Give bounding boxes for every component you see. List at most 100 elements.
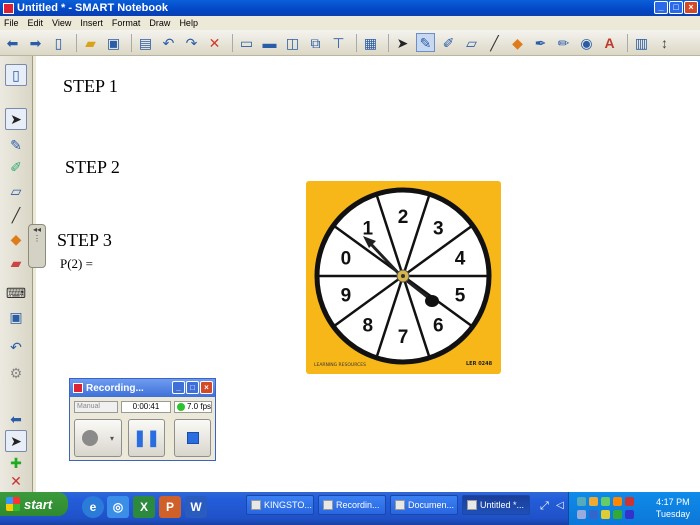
line-tool-icon[interactable]: ╱ bbox=[5, 204, 27, 226]
task-icon bbox=[467, 500, 477, 510]
clock[interactable]: 4:17 PM Tuesday bbox=[656, 496, 690, 520]
keyboard-icon[interactable]: ⌨ bbox=[5, 282, 27, 304]
open-folder-icon[interactable]: ▰ bbox=[81, 33, 100, 52]
record-icon bbox=[81, 430, 98, 446]
eraser-icon[interactable]: ▱ bbox=[462, 33, 481, 52]
recorder-status-bar: Manual 0:00:41 7.0 fps bbox=[74, 400, 213, 414]
status-dot-icon bbox=[177, 403, 185, 411]
shapes-icon[interactable]: ◆ bbox=[508, 33, 527, 52]
capture-icon[interactable]: ⧉ bbox=[306, 33, 325, 52]
powerpoint-icon[interactable]: P bbox=[159, 496, 181, 518]
menu-format[interactable]: Format bbox=[112, 18, 141, 28]
line-icon[interactable]: ╱ bbox=[485, 33, 504, 52]
taskbar-item-recording[interactable]: Recordin... bbox=[318, 495, 386, 515]
add-page-icon[interactable]: ▯ bbox=[49, 33, 68, 52]
magic-pen-icon[interactable]: ✒ bbox=[531, 33, 550, 52]
word-icon[interactable]: W bbox=[185, 496, 207, 518]
forward-arrow-icon[interactable]: ➡ bbox=[26, 33, 45, 52]
recorder-maximize-button[interactable]: □ bbox=[186, 381, 199, 394]
toolbar-separator bbox=[627, 33, 628, 52]
record-button[interactable]: ▾ bbox=[74, 419, 122, 457]
select-tool-icon[interactable]: ➤ bbox=[5, 108, 27, 130]
sidebar-collapse-handle[interactable]: ◂◂ ⋮ bbox=[28, 224, 46, 268]
tray-icon[interactable] bbox=[613, 510, 622, 519]
creative-pen-icon[interactable]: ✐ bbox=[439, 33, 458, 52]
tray-icon[interactable] bbox=[625, 510, 634, 519]
undo-icon[interactable]: ↶ bbox=[159, 33, 178, 52]
table-icon[interactable]: ▦ bbox=[361, 33, 380, 52]
menu-view[interactable]: View bbox=[52, 18, 71, 28]
move-left-icon[interactable]: ⬅ bbox=[5, 408, 27, 430]
pause-button[interactable]: ❚❚ bbox=[128, 419, 165, 457]
spinner-logo-text: LEARNING RESOURCES bbox=[314, 362, 366, 368]
text-icon[interactable]: A bbox=[600, 33, 619, 52]
redo-icon[interactable]: ↷ bbox=[182, 33, 201, 52]
explorer-icon[interactable]: ◎ bbox=[107, 496, 129, 518]
fps-indicator: 7.0 fps bbox=[174, 401, 212, 413]
highlighter-icon[interactable]: ✐ bbox=[5, 156, 27, 178]
save-icon[interactable]: ▣ bbox=[104, 33, 123, 52]
screen-shade-icon[interactable]: ▭ bbox=[237, 33, 256, 52]
tray-icon[interactable] bbox=[577, 497, 586, 506]
task-label: Recordin... bbox=[336, 500, 380, 510]
menu-file[interactable]: File bbox=[4, 18, 19, 28]
select-icon[interactable]: ➤ bbox=[393, 33, 412, 52]
spinner-image[interactable]: 34 56 7 89 01 2 LEARNING RESOURCES LER 0248 bbox=[306, 181, 501, 374]
spinner-number: 2 bbox=[398, 207, 409, 228]
page-sorter-icon[interactable]: ▯ bbox=[5, 64, 27, 86]
stop-button[interactable] bbox=[174, 419, 211, 457]
taskbar-item-untitled[interactable]: Untitled *... bbox=[462, 495, 530, 515]
network-icon[interactable]: ⤢ bbox=[540, 500, 549, 513]
recorder-app-icon bbox=[73, 383, 83, 393]
paste-icon[interactable]: ▤ bbox=[136, 33, 155, 52]
recorder-close-button[interactable]: × bbox=[200, 381, 213, 394]
menu-insert[interactable]: Insert bbox=[80, 18, 103, 28]
tray-icon[interactable] bbox=[601, 510, 610, 519]
start-button[interactable]: start bbox=[0, 492, 68, 516]
settings-icon[interactable]: ⚙ bbox=[5, 362, 27, 384]
delete-icon[interactable]: ✕ bbox=[205, 33, 224, 52]
shape-recognition-icon[interactable]: ✏ bbox=[554, 33, 573, 52]
spinner-number: 8 bbox=[362, 316, 373, 337]
tray-icon[interactable] bbox=[613, 497, 622, 506]
task-icon bbox=[395, 500, 405, 510]
help-icon[interactable]: ▣ bbox=[5, 306, 27, 328]
pen-tool-icon[interactable]: ✎ bbox=[5, 134, 27, 156]
taskbar-item-document[interactable]: Documen... bbox=[390, 495, 458, 515]
document-camera-icon[interactable]: ⊤ bbox=[329, 33, 348, 52]
menu-help[interactable]: Help bbox=[179, 18, 198, 28]
pen-icon[interactable]: ✎ bbox=[416, 33, 435, 52]
eraser-tool-icon[interactable]: ▰ bbox=[5, 252, 27, 274]
tray-icon[interactable] bbox=[589, 510, 598, 519]
undo-side-icon[interactable]: ↶ bbox=[5, 336, 27, 358]
spinner-number: 4 bbox=[455, 248, 466, 269]
tray-icon[interactable] bbox=[601, 497, 610, 506]
ie-icon[interactable]: e bbox=[82, 496, 104, 518]
eraser-tool-icon[interactable]: ▱ bbox=[5, 180, 27, 202]
tray-icon[interactable] bbox=[625, 497, 634, 506]
minimize-button[interactable]: _ bbox=[654, 1, 668, 14]
taskbar-item-kingston[interactable]: KINGSTO... bbox=[246, 495, 314, 515]
menu-edit[interactable]: Edit bbox=[28, 18, 44, 28]
properties-icon[interactable]: ▥ bbox=[632, 33, 651, 52]
dual-page-icon[interactable]: ◫ bbox=[283, 33, 302, 52]
move-toolbar-icon[interactable]: ↕ bbox=[655, 33, 674, 52]
tray-icon[interactable] bbox=[589, 497, 598, 506]
close-button[interactable]: × bbox=[684, 1, 698, 14]
fill-icon[interactable]: ◉ bbox=[577, 33, 596, 52]
shape-tool-icon[interactable]: ◆ bbox=[5, 228, 27, 250]
full-screen-icon[interactable]: ▬ bbox=[260, 33, 279, 52]
excel-icon[interactable]: X bbox=[133, 496, 155, 518]
recording-mode-select[interactable]: Manual bbox=[74, 401, 118, 413]
app-icon bbox=[3, 2, 14, 14]
record-dropdown-icon[interactable]: ▾ bbox=[110, 434, 114, 443]
menu-draw[interactable]: Draw bbox=[149, 18, 170, 28]
mouse-icon[interactable]: ➤ bbox=[5, 430, 27, 452]
tray-icon[interactable] bbox=[577, 510, 586, 519]
back-arrow-icon[interactable]: ⬅ bbox=[3, 33, 22, 52]
maximize-button[interactable]: □ bbox=[669, 1, 683, 14]
volume-icon[interactable]: ◁ bbox=[556, 500, 564, 511]
toolbar-separator bbox=[76, 33, 77, 52]
recorder-minimize-button[interactable]: _ bbox=[172, 381, 185, 394]
delete-side-icon[interactable]: ✕ bbox=[5, 470, 27, 492]
